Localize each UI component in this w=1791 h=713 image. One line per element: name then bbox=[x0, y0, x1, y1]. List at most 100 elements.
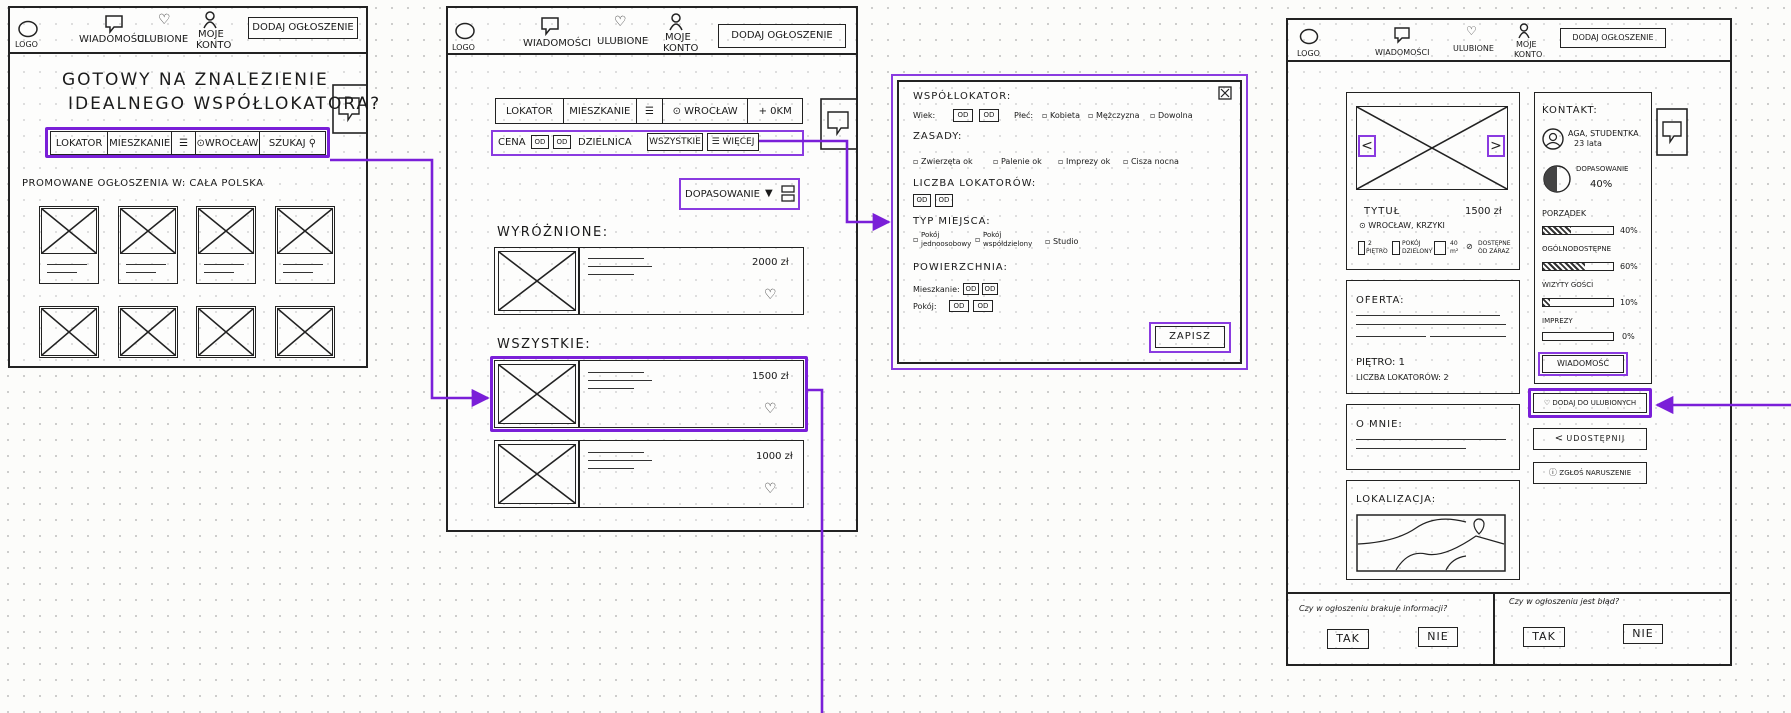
chevron-down-icon[interactable]: ▼ bbox=[765, 189, 773, 199]
area-room-to[interactable]: OD bbox=[973, 300, 993, 312]
chat-bubble-icon[interactable] bbox=[1656, 108, 1688, 156]
missing-yes-button[interactable]: TAK bbox=[1327, 629, 1369, 649]
featured-heading: WYRÓŻNIONE: bbox=[497, 225, 609, 240]
favorites-icon[interactable]: ♡ bbox=[1466, 25, 1477, 37]
error-yes-button[interactable]: TAK bbox=[1523, 627, 1565, 647]
area-room-from[interactable]: OD bbox=[949, 300, 969, 312]
account-link-l2[interactable]: KONTO bbox=[663, 44, 698, 54]
messages-icon[interactable] bbox=[1393, 26, 1411, 44]
more-filters-button[interactable]: ☰ WIĘCEJ bbox=[707, 133, 759, 151]
logo-icon[interactable] bbox=[1299, 28, 1319, 45]
favorites-icon[interactable]: ♡ bbox=[614, 15, 627, 29]
heart-icon: ♡ bbox=[1543, 398, 1553, 407]
checkbox-male[interactable]: ▫ Mężczyzna bbox=[1088, 112, 1140, 120]
add-listing-button[interactable]: DODAJ OGŁOSZENIE bbox=[1560, 28, 1666, 48]
account-link-l1[interactable]: MOJE bbox=[665, 33, 691, 43]
share-label: UDOSTĘPNIJ bbox=[1566, 434, 1626, 443]
feature-floor-label: PIĘTRO bbox=[1366, 248, 1388, 255]
favorites-link[interactable]: ULUBIONE bbox=[137, 35, 188, 45]
favorite-toggle-icon[interactable]: ♡ bbox=[764, 482, 777, 496]
offer-heading: OFERTA: bbox=[1356, 295, 1405, 306]
age-to-input[interactable]: OD bbox=[979, 109, 999, 122]
logo-icon[interactable] bbox=[454, 22, 476, 40]
checkbox-parties[interactable]: ▫ Imprezy ok bbox=[1058, 158, 1110, 166]
message-button[interactable]: WIADOMOŚĆ bbox=[1542, 355, 1624, 373]
common-value: 60% bbox=[1620, 262, 1638, 271]
tab-flat[interactable]: MIESZKANIE bbox=[564, 99, 638, 123]
price-from-input[interactable]: OD bbox=[531, 135, 549, 149]
missing-no-button[interactable]: NIE bbox=[1418, 627, 1458, 647]
favorites-link[interactable]: ULUBIONE bbox=[597, 37, 648, 47]
add-listing-button[interactable]: DODAJ OGŁOSZENIE bbox=[718, 24, 846, 48]
tenants-from-input[interactable]: OD bbox=[913, 194, 931, 207]
error-no-button[interactable]: NIE bbox=[1623, 624, 1663, 644]
chat-bubble-icon[interactable] bbox=[332, 84, 366, 134]
account-icon[interactable] bbox=[202, 11, 218, 29]
share-button[interactable]: < UDOSTĘPNIJ bbox=[1533, 428, 1647, 450]
add-listing-button[interactable]: DODAJ OGŁOSZENIE bbox=[248, 17, 358, 39]
sort-select[interactable]: DOPASOWANIE bbox=[685, 190, 760, 200]
favorites-label: DODAJ DO ULUBIONYCH bbox=[1552, 398, 1637, 407]
order-label: PORZĄDEK bbox=[1542, 209, 1587, 218]
avatar bbox=[1542, 128, 1564, 150]
checkbox-studio[interactable]: ▫ Studio bbox=[1045, 238, 1078, 246]
report-button[interactable]: ⓘ ZGŁOŚ NARUSZENIE bbox=[1533, 462, 1647, 484]
tab-tenant[interactable]: LOKATOR bbox=[496, 99, 564, 123]
district-label: DZIELNICA bbox=[578, 137, 632, 148]
guests-value: 10% bbox=[1620, 298, 1638, 307]
person-age: 23 lata bbox=[1574, 139, 1602, 148]
promoted-heading: PROMOWANE OGŁOSZENIA W: CAŁA POLSKA bbox=[22, 178, 264, 189]
checkbox-single-room[interactable]: ▫ bbox=[913, 236, 918, 244]
feature-area-icon bbox=[1434, 241, 1446, 255]
tenants-to-input[interactable]: OD bbox=[935, 194, 953, 207]
location-field[interactable]: ⊙ WROCŁAW bbox=[663, 99, 749, 123]
favorites-link[interactable]: ULUBIONE bbox=[1453, 45, 1494, 53]
checkbox-any[interactable]: ▫ Dowolna bbox=[1150, 112, 1193, 120]
feature-floor-icon bbox=[1358, 241, 1365, 255]
add-listing-label: DODAJ OGŁOSZENIE bbox=[731, 30, 833, 41]
close-icon[interactable] bbox=[1218, 86, 1232, 100]
area-flat-to[interactable]: OD bbox=[982, 283, 998, 295]
checkbox-quiet-hours[interactable]: ▫ Cisza nocna bbox=[1123, 158, 1179, 166]
account-icon[interactable] bbox=[668, 13, 684, 31]
messages-link[interactable]: WIADOMOŚCI bbox=[523, 39, 591, 49]
view-toggle-icon[interactable] bbox=[781, 185, 795, 203]
messages-icon[interactable] bbox=[104, 14, 124, 34]
account-link-l1[interactable]: MOJE bbox=[1516, 41, 1537, 49]
radius-select[interactable]: + 0KM bbox=[748, 99, 802, 123]
checkbox-pets[interactable]: ▫ Zwierzęta ok bbox=[913, 158, 973, 166]
account-link-l2[interactable]: KONTO bbox=[1514, 51, 1542, 59]
age-from-input[interactable]: OD bbox=[953, 109, 973, 122]
price-to-input[interactable]: OD bbox=[553, 135, 571, 149]
checkbox-smoking[interactable]: ▫ Palenie ok bbox=[993, 158, 1042, 166]
account-link-l1[interactable]: MOJE bbox=[198, 30, 224, 40]
gallery-next-button[interactable]: > bbox=[1487, 135, 1505, 157]
checkbox-shared-room[interactable]: ▫ bbox=[975, 236, 980, 244]
female-label: Kobieta bbox=[1049, 111, 1080, 120]
party-bar bbox=[1542, 332, 1614, 341]
filters-icon[interactable]: ☰ bbox=[637, 99, 663, 123]
logo-text: LOGO bbox=[1297, 49, 1320, 58]
add-to-favorites-button[interactable]: ♡ DODAJ DO ULUBIONYCH bbox=[1533, 393, 1647, 413]
gallery-image[interactable] bbox=[1356, 106, 1508, 190]
map-image[interactable] bbox=[1356, 514, 1506, 572]
location-heading: LOKALIZACJA: bbox=[1356, 494, 1437, 505]
account-icon[interactable] bbox=[1517, 23, 1531, 39]
rules-heading: ZASADY: bbox=[913, 131, 963, 142]
save-button[interactable]: ZAPISZ bbox=[1155, 326, 1225, 348]
order-bar-fill bbox=[1543, 227, 1571, 234]
favorites-icon[interactable]: ♡ bbox=[158, 13, 171, 27]
logo-icon[interactable] bbox=[17, 20, 39, 38]
male-label: Mężczyzna bbox=[1095, 111, 1140, 120]
messages-link[interactable]: WIADOMOŚCI bbox=[1375, 49, 1429, 57]
favorite-toggle-icon[interactable]: ♡ bbox=[764, 288, 777, 302]
area-flat-from[interactable]: OD bbox=[963, 283, 979, 295]
gallery-prev-button[interactable]: < bbox=[1358, 135, 1376, 157]
account-link-l2[interactable]: KONTO bbox=[196, 41, 231, 51]
offer-floor: PIĘTRO: 1 bbox=[1356, 357, 1405, 368]
district-select[interactable]: WSZYSTKIE bbox=[647, 133, 703, 151]
chat-bubble-icon[interactable] bbox=[820, 98, 856, 150]
messages-icon[interactable] bbox=[540, 16, 560, 36]
checkbox-female[interactable]: ▫ Kobieta bbox=[1042, 112, 1080, 120]
match-label: DOPASOWANIE bbox=[1576, 165, 1629, 173]
